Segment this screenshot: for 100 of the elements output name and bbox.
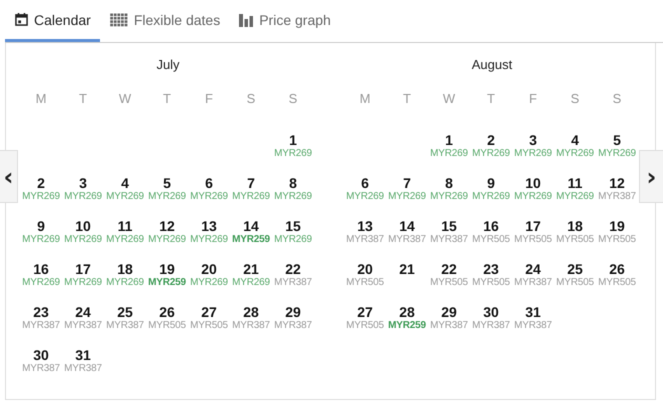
tab[interactable]: Flexible dates bbox=[100, 0, 230, 42]
day-number[interactable]: 22 bbox=[441, 261, 457, 277]
grid-icon bbox=[110, 12, 128, 26]
day-number[interactable]: 20 bbox=[357, 261, 373, 277]
day-number[interactable]: 4 bbox=[571, 132, 579, 148]
day-number[interactable]: 26 bbox=[159, 304, 175, 320]
price-label: MYR505 bbox=[556, 234, 594, 246]
day-number[interactable]: 8 bbox=[289, 175, 297, 191]
day-number[interactable]: 2 bbox=[487, 132, 495, 148]
price-label: MYR505 bbox=[472, 234, 510, 246]
day-number[interactable]: 3 bbox=[79, 175, 87, 191]
day-number[interactable]: 23 bbox=[483, 261, 499, 277]
day-number[interactable]: 5 bbox=[163, 175, 171, 191]
price-label: MYR505 bbox=[190, 320, 228, 332]
day-number[interactable]: 21 bbox=[243, 261, 259, 277]
day-number[interactable]: 20 bbox=[201, 261, 217, 277]
day-number[interactable]: 4 bbox=[121, 175, 129, 191]
day-number[interactable]: 16 bbox=[483, 218, 499, 234]
day-number[interactable]: 19 bbox=[159, 261, 175, 277]
day-number[interactable]: 17 bbox=[75, 261, 91, 277]
day-number[interactable]: 3 bbox=[529, 132, 537, 148]
day-number[interactable]: 15 bbox=[285, 218, 301, 234]
weekday-label: T bbox=[78, 90, 88, 108]
price-label: MYR269 bbox=[472, 191, 510, 203]
price-label: MYR505 bbox=[556, 277, 594, 289]
day-number[interactable]: 7 bbox=[247, 175, 255, 191]
tab[interactable]: Calendar bbox=[5, 0, 100, 42]
day-number[interactable]: 26 bbox=[609, 261, 625, 277]
day-number[interactable]: 15 bbox=[441, 218, 457, 234]
day-number[interactable]: 27 bbox=[357, 304, 373, 320]
previous-month-button[interactable]: ‹ bbox=[0, 150, 18, 203]
day-number[interactable]: 19 bbox=[609, 218, 625, 234]
price-label: MYR505 bbox=[472, 277, 510, 289]
day-number[interactable]: 28 bbox=[399, 304, 415, 320]
tab[interactable]: Price graph bbox=[229, 0, 340, 42]
weekday-label: T bbox=[162, 90, 172, 108]
day-number[interactable]: 9 bbox=[37, 218, 45, 234]
day-number[interactable]: 12 bbox=[159, 218, 175, 234]
day-number[interactable]: 18 bbox=[567, 218, 583, 234]
price-label: MYR505 bbox=[430, 277, 468, 289]
day-number[interactable]: 30 bbox=[33, 347, 49, 363]
price-label: MYR269 bbox=[106, 191, 144, 203]
day-number[interactable]: 14 bbox=[399, 218, 415, 234]
day-number[interactable]: 30 bbox=[483, 304, 499, 320]
day-number[interactable]: 21 bbox=[399, 261, 415, 277]
price-label: MYR269 bbox=[106, 234, 144, 246]
day-number[interactable]: 16 bbox=[33, 261, 49, 277]
day-number[interactable]: 9 bbox=[487, 175, 495, 191]
bar-chart-icon bbox=[239, 12, 254, 26]
day-number[interactable]: 1 bbox=[289, 132, 297, 148]
price-label: MYR387 bbox=[430, 320, 468, 332]
day-number[interactable]: 22 bbox=[285, 261, 301, 277]
day-number[interactable]: 13 bbox=[357, 218, 373, 234]
day-number[interactable]: 11 bbox=[118, 218, 132, 234]
price-label: MYR505 bbox=[514, 234, 552, 246]
price-label: MYR269 bbox=[232, 191, 270, 203]
day-number[interactable]: 8 bbox=[445, 175, 453, 191]
day-number[interactable]: 14 bbox=[243, 218, 259, 234]
price-label: MYR269 bbox=[430, 148, 468, 160]
day-number[interactable]: 1 bbox=[445, 132, 453, 148]
price-label: MYR269 bbox=[556, 191, 594, 203]
day-number[interactable]: 24 bbox=[525, 261, 541, 277]
weekday-label: F bbox=[204, 90, 214, 108]
day-number[interactable]: 6 bbox=[205, 175, 213, 191]
price-label: MYR387 bbox=[472, 320, 510, 332]
next-month-button[interactable]: › bbox=[639, 150, 663, 203]
day-number[interactable]: 23 bbox=[33, 304, 49, 320]
day-number[interactable]: 29 bbox=[441, 304, 457, 320]
day-number[interactable]: 24 bbox=[75, 304, 91, 320]
day-number[interactable]: 10 bbox=[75, 218, 91, 234]
day-number[interactable]: 10 bbox=[525, 175, 541, 191]
day-number[interactable]: 31 bbox=[75, 347, 91, 363]
price-label: MYR269 bbox=[148, 191, 186, 203]
weekday-label: S bbox=[570, 90, 580, 108]
weekday-label: M bbox=[358, 90, 372, 108]
price-label: MYR269 bbox=[388, 191, 426, 203]
price-label: MYR259 bbox=[148, 277, 186, 289]
weekday-label: T bbox=[486, 90, 496, 108]
day-number[interactable]: 25 bbox=[567, 261, 583, 277]
day-number[interactable]: 25 bbox=[117, 304, 133, 320]
day-number[interactable]: 6 bbox=[361, 175, 369, 191]
day-number[interactable]: 27 bbox=[201, 304, 217, 320]
day-number[interactable]: 2 bbox=[37, 175, 45, 191]
price-label: MYR269 bbox=[190, 234, 228, 246]
day-number[interactable]: 29 bbox=[285, 304, 301, 320]
day-number[interactable]: 31 bbox=[525, 304, 541, 320]
price-label: MYR387 bbox=[274, 320, 312, 332]
day-number[interactable]: 12 bbox=[609, 175, 625, 191]
calendar-icon bbox=[15, 13, 28, 26]
day-number[interactable]: 7 bbox=[403, 175, 411, 191]
day-number[interactable]: 28 bbox=[243, 304, 259, 320]
day-number[interactable]: 17 bbox=[525, 218, 541, 234]
price-label: MYR269 bbox=[22, 191, 60, 203]
day-number[interactable]: 11 bbox=[568, 175, 582, 191]
month-title: July bbox=[155, 57, 181, 74]
day-number[interactable]: 18 bbox=[117, 261, 133, 277]
price-label: MYR269 bbox=[64, 234, 102, 246]
price-label: MYR269 bbox=[190, 191, 228, 203]
day-number[interactable]: 13 bbox=[201, 218, 217, 234]
day-number[interactable]: 5 bbox=[613, 132, 621, 148]
